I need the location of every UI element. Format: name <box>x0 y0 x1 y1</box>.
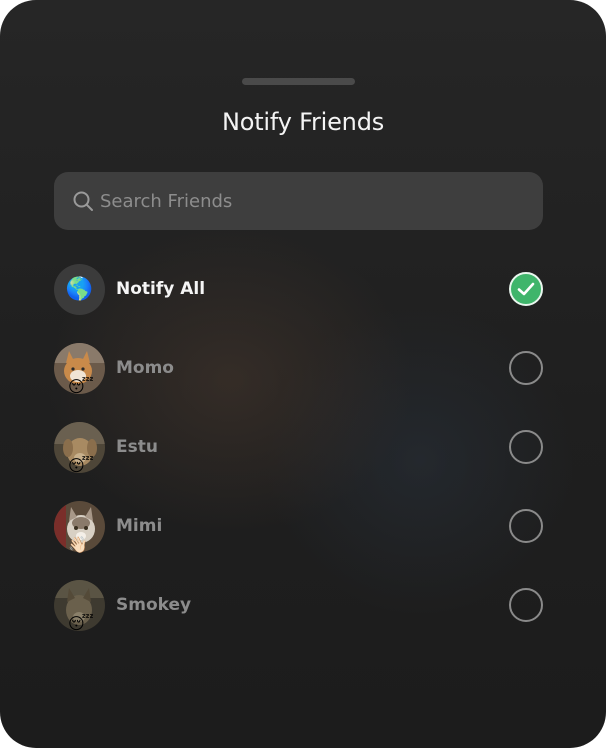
friend-name: Estu <box>116 437 158 457</box>
notify-friends-sheet: Notify Friends 🌎 Notify All <box>0 0 606 748</box>
friend-name: Momo <box>116 358 174 378</box>
list-item-friend[interactable]: 😴 Smokey <box>54 580 543 633</box>
select-checkbox[interactable] <box>509 272 543 306</box>
select-checkbox[interactable] <box>509 509 543 543</box>
list-item-notify-all[interactable]: 🌎 Notify All <box>54 264 543 316</box>
drag-handle[interactable] <box>242 78 355 85</box>
search-bar[interactable] <box>54 172 543 230</box>
search-icon <box>72 190 94 212</box>
select-checkbox[interactable] <box>509 588 543 622</box>
status-emoji-icon: 😴 <box>68 614 94 633</box>
list-item-friend[interactable]: 👋🏻 Mimi <box>54 501 543 554</box>
friend-name: Smokey <box>116 595 192 615</box>
checkmark-icon <box>517 282 535 296</box>
select-checkbox[interactable] <box>509 430 543 464</box>
search-input[interactable] <box>100 172 520 230</box>
avatar: 🌎 <box>54 264 105 315</box>
sheet-title: Notify Friends <box>221 108 385 136</box>
globe-icon: 🌎 <box>65 276 94 302</box>
select-checkbox[interactable] <box>509 351 543 385</box>
status-emoji-icon: 😴 <box>68 456 94 475</box>
friend-name: Mimi <box>116 516 163 536</box>
list-item-friend[interactable]: 😴 Momo <box>54 343 543 396</box>
status-emoji-icon: 👋🏻 <box>68 535 88 554</box>
friend-name: Notify All <box>116 279 206 299</box>
list-item-friend[interactable]: 😴 Estu <box>54 422 543 475</box>
status-emoji-icon: 😴 <box>68 377 94 396</box>
